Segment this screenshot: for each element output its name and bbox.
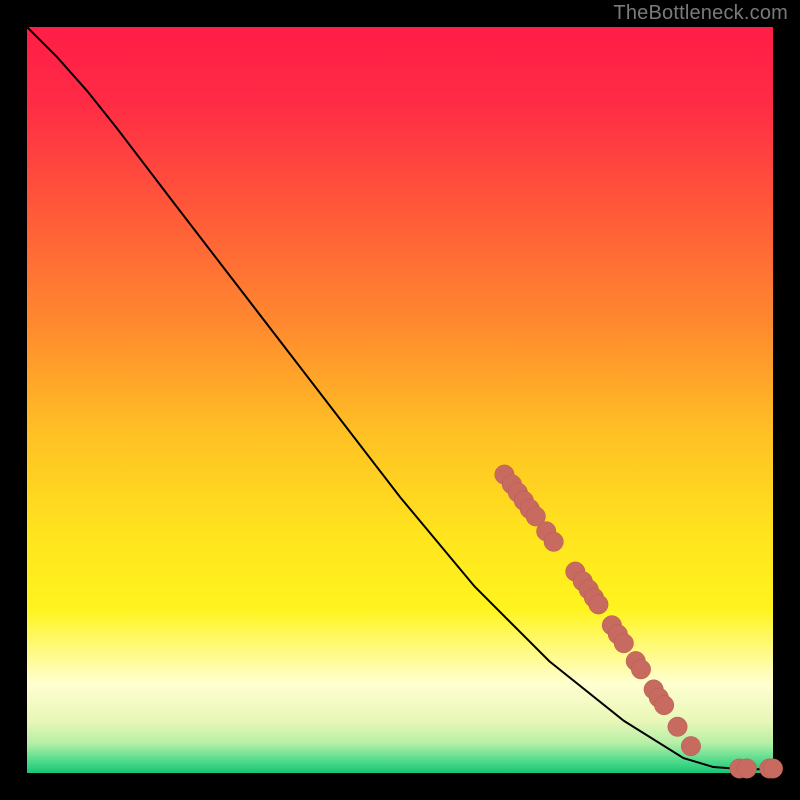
data-marker xyxy=(763,759,782,778)
data-marker xyxy=(589,595,608,614)
chart-canvas xyxy=(0,0,800,800)
attribution-label: TheBottleneck.com xyxy=(613,2,788,25)
data-marker xyxy=(631,660,650,679)
plot-background xyxy=(27,27,773,773)
data-marker xyxy=(668,717,687,736)
chart-stage: TheBottleneck.com xyxy=(0,0,800,800)
data-marker xyxy=(544,532,563,551)
data-marker xyxy=(614,634,633,653)
data-marker xyxy=(737,759,756,778)
data-marker xyxy=(681,736,700,755)
data-marker xyxy=(654,695,673,714)
